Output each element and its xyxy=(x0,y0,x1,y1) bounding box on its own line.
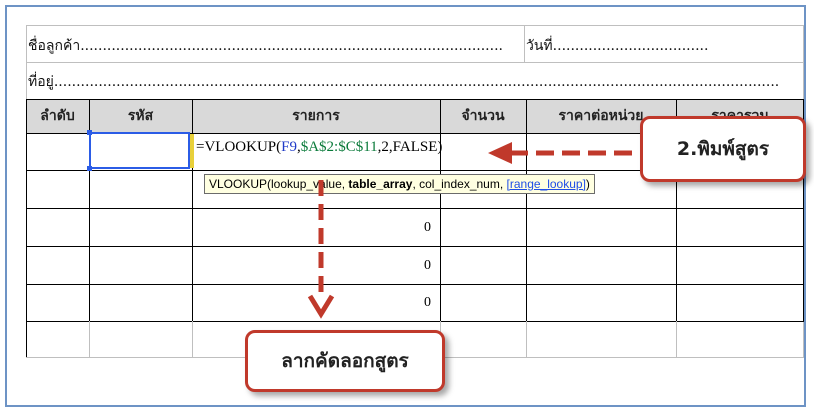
vertical-dashed-arrow xyxy=(307,180,335,319)
callout-type-formula: 2.พิมพ์สูตร xyxy=(640,116,806,182)
callout-drag-copy-formula: ลากคัดลอกสูตร xyxy=(245,330,445,392)
horizontal-dashed-arrow xyxy=(488,142,632,164)
